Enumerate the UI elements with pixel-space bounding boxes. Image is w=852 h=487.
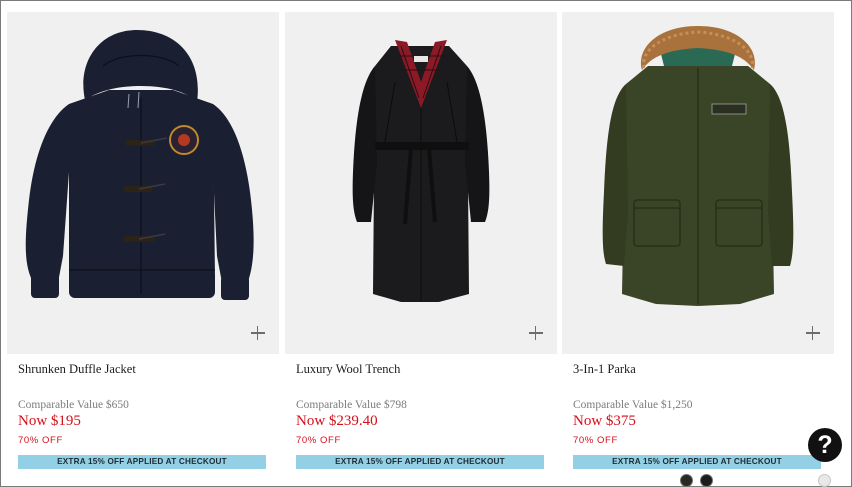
discount-badge: 70% OFF (573, 435, 618, 446)
quick-add-plus-icon[interactable] (529, 326, 543, 340)
product-card-shrunken-duffle-jacket: Shrunken Duffle Jacket Comparable Value … (7, 12, 279, 487)
comparable-value: Comparable Value $798 (296, 399, 407, 411)
product-name[interactable]: 3-In-1 Parka (573, 362, 636, 377)
product-name[interactable]: Luxury Wool Trench (296, 362, 400, 377)
promo-banner: EXTRA 15% OFF APPLIED AT CHECKOUT (18, 455, 266, 469)
parka-image (602, 26, 794, 306)
product-image-link[interactable] (285, 12, 557, 354)
sale-price: Now $239.40 (296, 413, 378, 429)
product-card-luxury-wool-trench: Luxury Wool Trench Comparable Value $798… (285, 12, 557, 487)
duffle-jacket-image (25, 30, 254, 300)
promo-banner: EXTRA 15% OFF APPLIED AT CHECKOUT (296, 455, 544, 469)
color-swatch-dark-olive[interactable] (680, 474, 693, 487)
product-name[interactable]: Shrunken Duffle Jacket (18, 362, 136, 377)
sale-price: Now $375 (573, 413, 636, 429)
wool-trench-image (352, 40, 490, 302)
color-swatch-black[interactable] (700, 474, 713, 487)
help-question-mark-icon[interactable]: ? (808, 428, 842, 462)
promo-banner: EXTRA 15% OFF APPLIED AT CHECKOUT (573, 455, 821, 469)
product-card-3-in-1-parka: 3-In-1 Parka Comparable Value $1,250 Now… (562, 12, 834, 487)
discount-badge: 70% OFF (296, 435, 341, 446)
product-image-link[interactable] (562, 12, 834, 354)
comparable-value: Comparable Value $1,250 (573, 399, 693, 411)
discount-badge: 70% OFF (18, 435, 63, 446)
comparable-value: Comparable Value $650 (18, 399, 129, 411)
product-image-link[interactable] (7, 12, 279, 354)
quick-add-plus-icon[interactable] (251, 326, 265, 340)
sale-price: Now $195 (18, 413, 81, 429)
color-swatch-light[interactable] (818, 474, 831, 487)
quick-add-plus-icon[interactable] (806, 326, 820, 340)
